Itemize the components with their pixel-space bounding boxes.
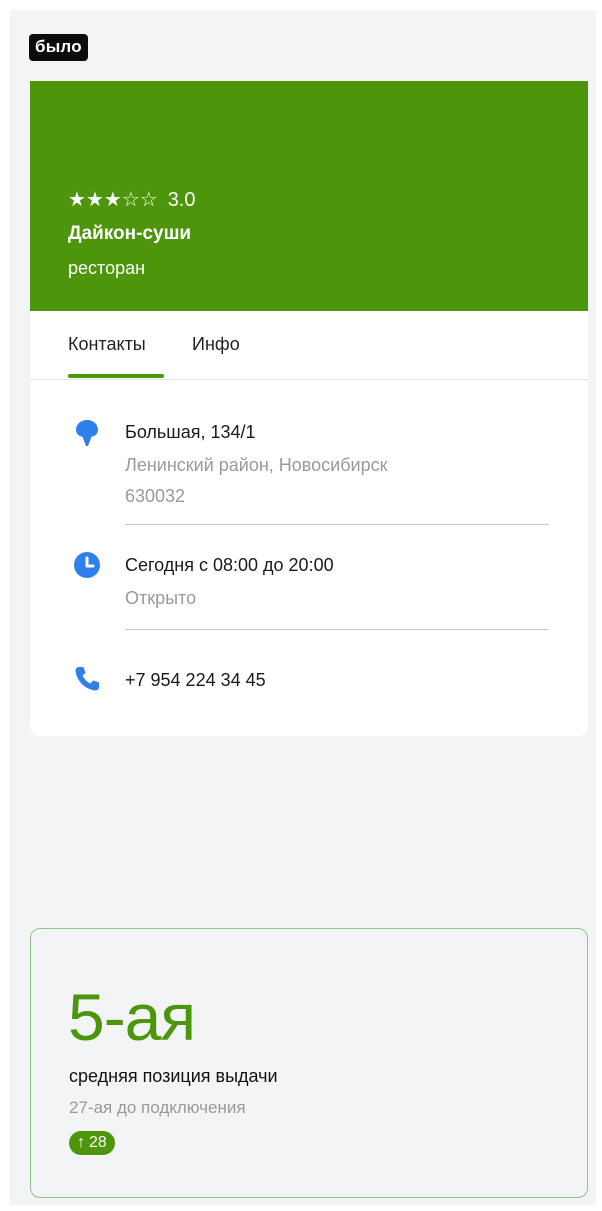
clock-icon bbox=[70, 548, 104, 582]
star-filled-icon: ★ bbox=[85, 189, 104, 211]
star-filled-icon: ★ bbox=[103, 189, 122, 211]
star-empty-icon: ☆ bbox=[139, 189, 158, 211]
tab-info[interactable]: Инфо bbox=[192, 332, 240, 356]
place-type: ресторан bbox=[68, 258, 146, 278]
page-background: было ★★★☆☆ 3.0 Дайкон-суши ресторан Конт… bbox=[10, 10, 596, 1205]
open-status: Открыто bbox=[125, 588, 197, 608]
divider bbox=[125, 629, 549, 630]
before-badge: было bbox=[29, 34, 88, 61]
rating-value: 3.0 bbox=[167, 189, 196, 211]
address-street: Большая, 134/1 bbox=[125, 422, 256, 442]
arrow-up-icon: ↑ bbox=[77, 1134, 85, 1151]
position-change-badge: ↑ 28 bbox=[69, 1131, 115, 1155]
star-empty-icon: ☆ bbox=[121, 189, 140, 211]
average-position-value: 5-ая bbox=[68, 980, 196, 1054]
position-before: 27-ая до подключения bbox=[69, 1098, 246, 1117]
place-name: Дайкон-суши bbox=[68, 223, 192, 244]
rating: ★★★☆☆ 3.0 bbox=[68, 187, 196, 213]
position-change-value: 28 bbox=[89, 1134, 107, 1151]
average-position-label: средняя позиция выдачи bbox=[69, 1066, 278, 1086]
hours-block: Сегодня с 08:00 до 20:00 Открыто bbox=[125, 553, 334, 610]
active-tab-indicator bbox=[68, 374, 164, 378]
star-filled-icon: ★ bbox=[68, 189, 86, 211]
rating-stars: ★★★☆☆ bbox=[68, 187, 158, 213]
phone-icon bbox=[70, 662, 104, 696]
divider bbox=[125, 524, 549, 525]
position-stat-card: 5-ая средняя позиция выдачи 27-ая до под… bbox=[30, 928, 588, 1198]
tab-contacts[interactable]: Контакты bbox=[68, 332, 146, 356]
place-header: ★★★☆☆ 3.0 Дайкон-суши ресторан bbox=[30, 81, 588, 311]
place-card: ★★★☆☆ 3.0 Дайкон-суши ресторан Контакты … bbox=[30, 81, 588, 736]
address-block[interactable]: Большая, 134/1 Ленинский район, Новосиби… bbox=[125, 420, 387, 508]
hours-today: Сегодня с 08:00 до 20:00 bbox=[125, 555, 334, 575]
address-district: Ленинский район, Новосибирск bbox=[125, 455, 388, 475]
tab-bar: Контакты Инфо bbox=[30, 311, 588, 380]
phone-block[interactable]: +7 954 224 34 45 bbox=[125, 668, 266, 692]
phone-number[interactable]: +7 954 224 34 45 bbox=[125, 668, 266, 692]
location-pin-icon bbox=[70, 415, 104, 449]
address-postcode: 630032 bbox=[125, 486, 186, 506]
